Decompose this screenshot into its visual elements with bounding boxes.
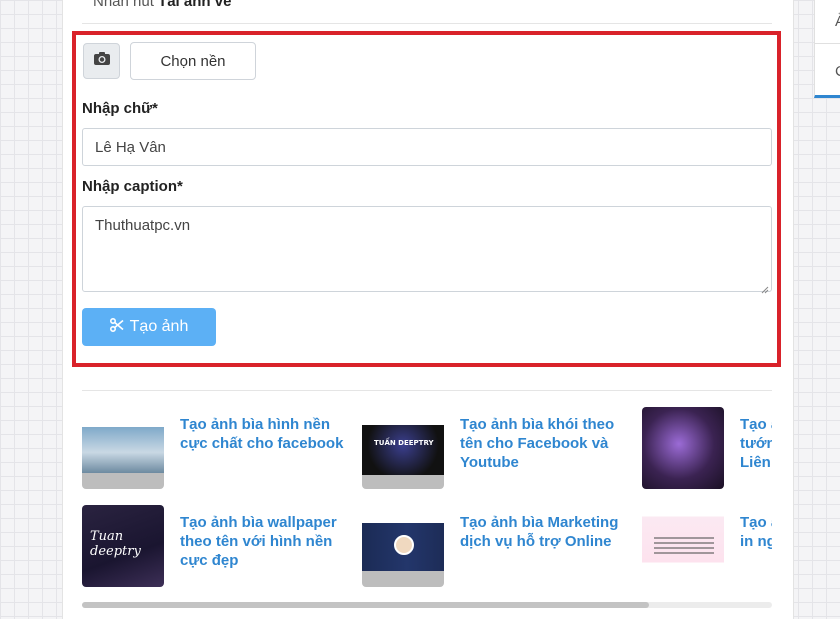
divider xyxy=(82,23,772,24)
text-input[interactable]: Lê Hạ Vân xyxy=(82,128,772,166)
create-image-button[interactable]: Tạo ảnh xyxy=(82,308,216,346)
related-thumbnail[interactable] xyxy=(362,505,444,587)
create-image-label: Tạo ảnh xyxy=(129,318,189,335)
thumbnail-caption: Tuan deeptry xyxy=(90,529,141,559)
text-label: Nhập chữ* xyxy=(82,100,158,117)
related-thumbnail[interactable] xyxy=(82,407,164,489)
scrollbar-thumb[interactable] xyxy=(82,602,649,608)
choose-background-button[interactable]: Chọn nền xyxy=(130,42,256,80)
related-item[interactable]: Tạo ảnh bìa Marketing dịch vụ hỗ trợ Onl… xyxy=(362,505,642,587)
right-row-1[interactable]: Ả xyxy=(835,13,840,30)
resize-handle-icon[interactable] xyxy=(761,281,769,294)
scissors-icon xyxy=(109,317,124,337)
camera-icon xyxy=(93,51,111,71)
upload-photo-button[interactable] xyxy=(83,43,120,79)
caption-label: Nhập caption* xyxy=(82,178,183,195)
related-thumbnail[interactable] xyxy=(642,505,724,587)
instruction-prefix: Nhấn nút xyxy=(93,0,159,10)
related-thumbnail[interactable] xyxy=(642,407,724,489)
related-title[interactable]: Tạo ảnh tướng Liên xyxy=(740,415,772,472)
related-title[interactable]: Tạo ảnh bìa Marketing dịch vụ hỗ trợ Onl… xyxy=(460,513,635,551)
related-item[interactable]: TUẤN DEEPTRY Tạo ảnh bìa khói theo tên c… xyxy=(362,407,642,489)
text-input-value: Lê Hạ Vân xyxy=(95,138,166,156)
related-thumbnail[interactable]: TUẤN DEEPTRY xyxy=(362,407,444,489)
caption-value: Thuthuatpc.vn xyxy=(95,217,191,234)
instruction-text: Nhấn nút Tải ảnh về xyxy=(93,0,231,10)
related-item[interactable]: Tạo ảnh in ng xyxy=(642,505,772,587)
related-title[interactable]: Tạo ảnh bìa wallpaper theo tên với hình … xyxy=(180,513,355,570)
divider xyxy=(82,390,772,391)
related-thumbnail[interactable]: Tuan deeptry xyxy=(82,505,164,587)
right-side-card: Ả C xyxy=(814,0,840,98)
related-list: Tạo ảnh bìa hình nền cực chất cho facebo… xyxy=(82,400,772,595)
thumbnail-caption: TUẤN DEEPTRY xyxy=(374,439,434,447)
related-item[interactable]: Tạo ảnh tướng Liên xyxy=(642,407,772,489)
related-item[interactable]: Tuan deeptry Tạo ảnh bìa wallpaper theo … xyxy=(82,505,362,587)
related-item[interactable]: Tạo ảnh bìa hình nền cực chất cho facebo… xyxy=(82,407,362,489)
related-title[interactable]: Tạo ảnh bìa khói theo tên cho Facebook v… xyxy=(460,415,635,472)
download-hint: Tải ảnh về xyxy=(158,0,232,10)
related-title[interactable]: Tạo ảnh bìa hình nền cực chất cho facebo… xyxy=(180,415,355,453)
right-row-2[interactable]: C xyxy=(835,63,840,80)
divider xyxy=(815,43,840,44)
related-title[interactable]: Tạo ảnh in ng xyxy=(740,513,772,551)
caption-textarea[interactable]: Thuthuatpc.vn xyxy=(82,206,772,294)
